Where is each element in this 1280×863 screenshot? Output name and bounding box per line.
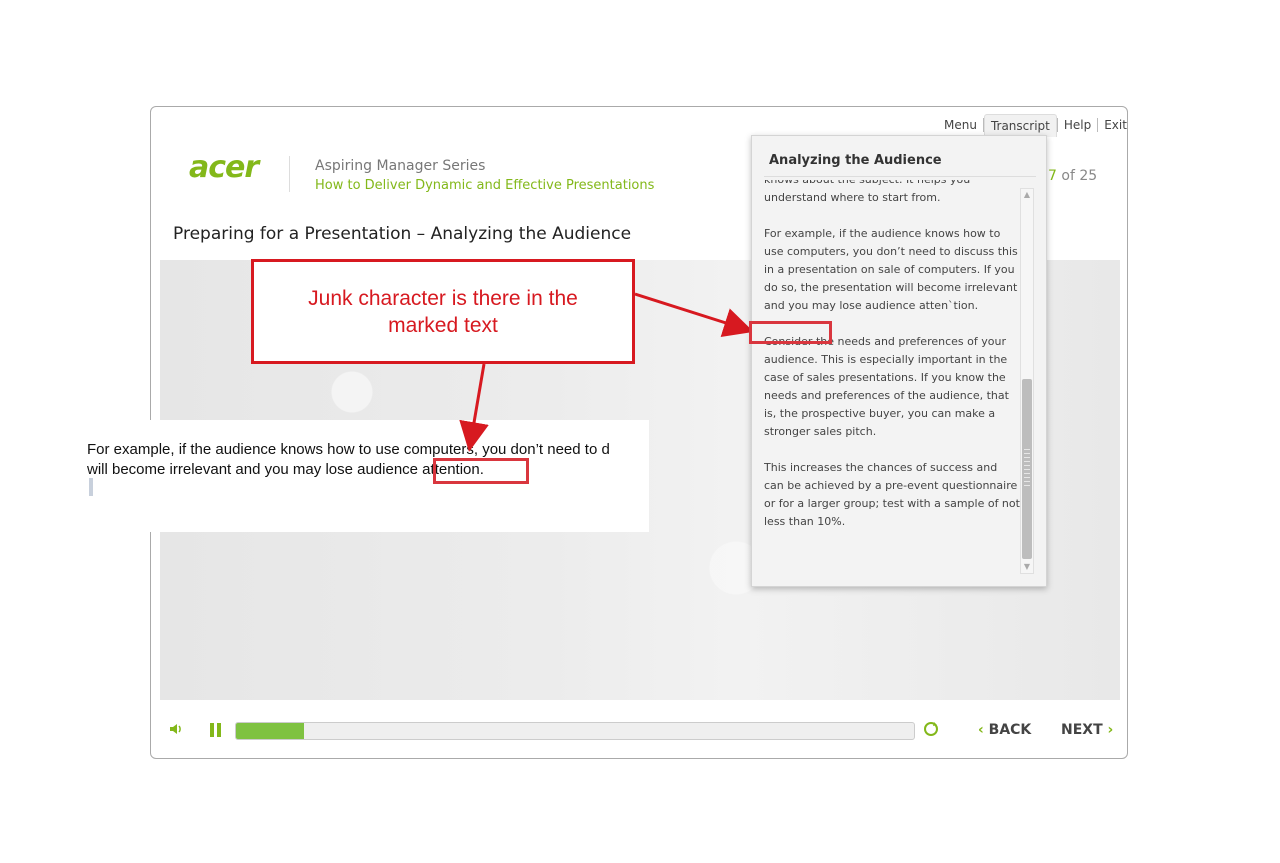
grip-line: [1024, 469, 1030, 470]
arrow-to-slide-text: [459, 363, 489, 452]
transcript-panel: Analyzing the Audience knows about the s…: [751, 135, 1047, 587]
pause-icon[interactable]: [210, 722, 224, 738]
arrow-to-transcript: [634, 292, 754, 338]
transcript-mark-box: [749, 321, 832, 344]
chevron-left-icon: ‹: [978, 722, 984, 738]
grip-line: [1024, 461, 1030, 462]
volume-icon[interactable]: [168, 721, 186, 739]
next-button[interactable]: NEXT ›: [1061, 722, 1113, 738]
grip-line: [1024, 457, 1030, 458]
grip-line: [1024, 465, 1030, 466]
grip-line: [1024, 481, 1030, 482]
replay-icon[interactable]: [922, 720, 940, 743]
grip-line: [1024, 449, 1030, 450]
transcript-paragraph: For example, if the audience knows how t…: [764, 227, 1018, 312]
chevron-right-icon: ›: [1107, 722, 1114, 738]
transcript-paragraph: Consider the needs and preferences of yo…: [764, 335, 1009, 438]
grip-line: [1024, 473, 1030, 474]
scroll-thumb[interactable]: [1022, 379, 1032, 559]
next-label: NEXT: [1061, 722, 1103, 738]
grip-line: [1024, 453, 1030, 454]
grip-line: [1024, 477, 1030, 478]
back-label: BACK: [988, 722, 1032, 738]
slide-mark-box: [433, 458, 529, 484]
transcript-scrollbar[interactable]: ▲ ▼: [1020, 188, 1034, 574]
progress-fill: [236, 723, 304, 739]
grip-line: [1024, 485, 1030, 486]
transcript-paragraph: knows about the subject. It helps you un…: [764, 180, 970, 204]
transcript-paragraph: This increases the chances of success an…: [764, 461, 1020, 528]
transcript-body[interactable]: knows about the subject. It helps you un…: [764, 180, 1020, 572]
scroll-up-icon[interactable]: ▲: [1021, 189, 1033, 201]
scroll-down-icon[interactable]: ▼: [1021, 561, 1033, 573]
transcript-divider: [764, 176, 1036, 177]
back-button[interactable]: ‹ BACK: [978, 722, 1031, 738]
transcript-title: Analyzing the Audience: [769, 153, 942, 168]
progress-bar[interactable]: [235, 722, 915, 740]
